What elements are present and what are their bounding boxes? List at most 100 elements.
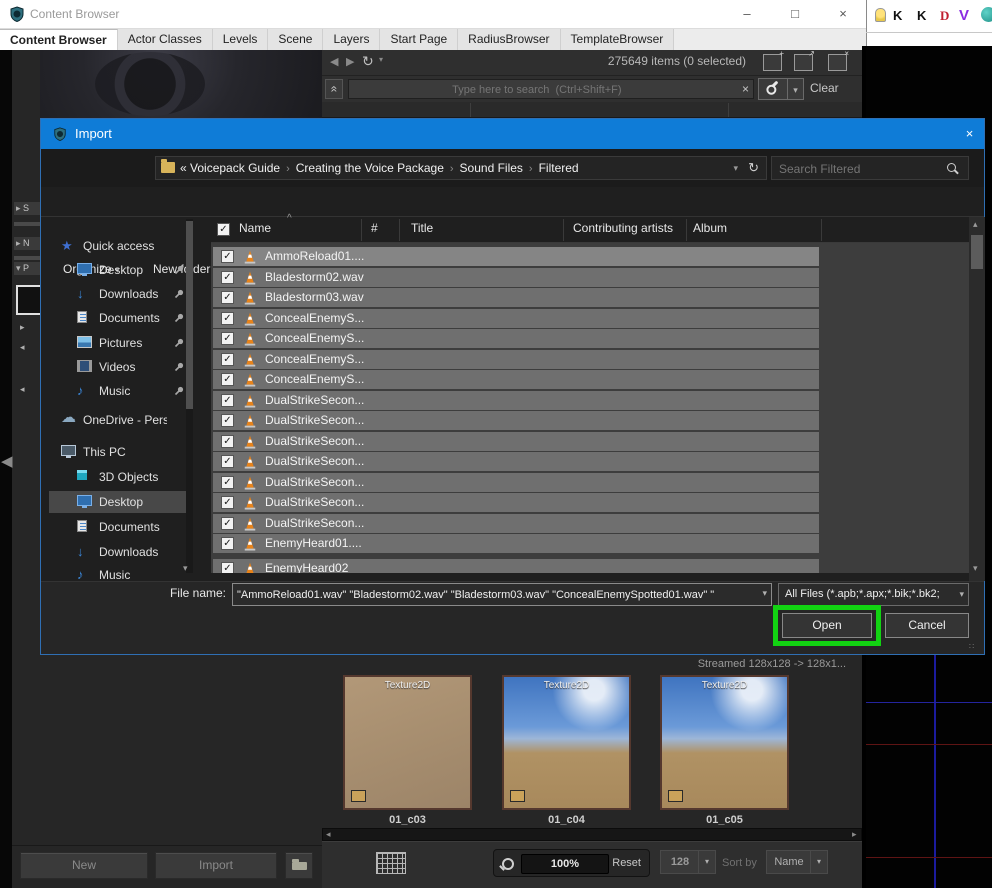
tab-layers[interactable]: Layers	[323, 29, 380, 50]
file-checkbox[interactable]: ✓	[221, 291, 234, 304]
filter-dropdown-button[interactable]: ▾	[788, 78, 804, 100]
dialog-close-button[interactable]: ×	[955, 119, 984, 149]
close-window-icon[interactable]: ×	[828, 54, 847, 71]
resize-grip[interactable]: ∷	[969, 642, 979, 652]
tab-content-browser[interactable]: Content Browser	[0, 29, 118, 51]
sidebar-item-desktop[interactable]: Desktop	[49, 259, 189, 281]
sort-dropdown-icon[interactable]: ▾	[810, 851, 827, 873]
file-row[interactable]: ✓Bladestorm02.wav	[213, 268, 819, 287]
scroll-left-icon[interactable]: ◂	[326, 829, 331, 840]
file-checkbox[interactable]: ✓	[221, 476, 234, 489]
refresh-icon[interactable]: ↻	[362, 53, 374, 70]
sidebar-item-music[interactable]: ♪Music	[49, 380, 189, 402]
clear-search-icon[interactable]: ×	[742, 80, 749, 98]
breadcrumb-bar[interactable]: « Voicepack Guide›Creating the Voice Pac…	[155, 156, 767, 180]
close-button[interactable]: ×	[826, 0, 860, 28]
cancel-button[interactable]: Cancel	[885, 613, 969, 638]
horizontal-scrollbar[interactable]	[322, 828, 862, 841]
thumbnail-size-dropdown[interactable]: 128 ▾	[660, 850, 716, 874]
tree-expand-icon[interactable]: ▸	[20, 322, 25, 333]
file-row[interactable]: ✓ConcealEnemyS...	[213, 350, 819, 369]
collapse-filters-button[interactable]: «	[325, 79, 343, 99]
file-checkbox[interactable]: ✓	[221, 496, 234, 509]
file-checkbox[interactable]: ✓	[221, 455, 234, 468]
sidebar-item-videos[interactable]: Videos	[49, 356, 189, 378]
tab-start-page[interactable]: Start Page	[380, 29, 458, 50]
file-row[interactable]: ✓EnemyHeard02	[213, 559, 819, 573]
column-header-artists[interactable]: Contributing artists	[573, 221, 673, 235]
header-divider[interactable]	[563, 219, 564, 241]
tree-collapse-icon[interactable]: ◂	[20, 384, 25, 395]
column-header-name[interactable]: Name	[239, 221, 271, 235]
file-row[interactable]: ✓DualStrikeSecon...	[213, 473, 819, 492]
sidebar-item-desktop-selected[interactable]: Desktop	[49, 491, 189, 513]
size-dropdown-icon[interactable]: ▾	[698, 851, 715, 873]
list-scroll-up-icon[interactable]: ▴	[973, 219, 978, 230]
zoom-slider[interactable]: 100%	[521, 854, 609, 874]
sidebar-scroll-down-icon[interactable]: ▾	[183, 563, 188, 574]
file-checkbox[interactable]: ✓	[221, 373, 234, 386]
new-button[interactable]: New	[20, 852, 148, 879]
sidebar-item-this-pc[interactable]: This PC	[49, 441, 189, 463]
lightbulb-icon[interactable]	[875, 8, 886, 22]
expand-icon[interactable]: ▸	[16, 203, 21, 213]
breadcrumb-item[interactable]: Filtered	[539, 161, 579, 175]
header-divider[interactable]	[821, 219, 822, 241]
globe-icon[interactable]	[981, 7, 992, 22]
clear-filters-button[interactable]: Clear	[810, 81, 839, 95]
minimize-button[interactable]: –	[730, 0, 764, 28]
file-checkbox[interactable]: ✓	[221, 312, 234, 325]
file-row[interactable]: ✓AmmoReload01....	[213, 247, 819, 266]
file-row[interactable]: ✓ConcealEnemyS...	[213, 329, 819, 348]
sidebar-item-downloads-pc[interactable]: ↓Downloads	[49, 541, 189, 563]
sidebar-item-quick-access[interactable]: ★Quick access	[49, 235, 189, 257]
tab-template-browser[interactable]: TemplateBrowser	[561, 29, 675, 50]
asset-search-input[interactable]	[349, 80, 725, 100]
sidebar-item-documents[interactable]: Documents	[49, 307, 189, 329]
file-row[interactable]: ✓DualStrikeSecon...	[213, 452, 819, 471]
letter-d-icon[interactable]: D	[940, 6, 949, 26]
file-checkbox[interactable]: ✓	[221, 353, 234, 366]
breadcrumb-item[interactable]: Sound Files	[460, 161, 523, 175]
sidebar-item-pictures[interactable]: Pictures	[49, 332, 189, 354]
expand-icon[interactable]: ▸	[16, 238, 21, 248]
select-all-checkbox[interactable]: ✓	[217, 223, 230, 236]
collapse-icon[interactable]: ▾	[16, 263, 21, 273]
file-row[interactable]: ✓EnemyHeard01....	[213, 534, 819, 553]
file-checkbox[interactable]: ✓	[221, 271, 234, 284]
breadcrumb-refresh-icon[interactable]: ↻	[748, 157, 759, 179]
open-folder-button[interactable]	[285, 852, 313, 879]
file-row[interactable]: ✓Bladestorm03.wav	[213, 288, 819, 307]
file-checkbox[interactable]: ✓	[221, 394, 234, 407]
dialog-search-input[interactable]	[772, 157, 938, 181]
column-header-number[interactable]: #	[371, 221, 378, 235]
panel-collapse-arrow[interactable]: ◀	[1, 452, 13, 470]
file-name-input[interactable]	[233, 584, 747, 605]
list-scroll-down-icon[interactable]: ▾	[973, 563, 978, 574]
file-name-dropdown-icon[interactable]: ▾	[762, 588, 767, 599]
tab-scene[interactable]: Scene	[268, 29, 323, 50]
scroll-right-icon[interactable]: ▸	[852, 829, 857, 840]
sidebar-item-documents-pc[interactable]: Documents	[49, 516, 189, 538]
file-checkbox[interactable]: ✓	[221, 435, 234, 448]
sort-dropdown[interactable]: Name ▾	[766, 850, 828, 874]
tab-radius-browser[interactable]: RadiusBrowser	[458, 29, 560, 50]
tool-k1-icon[interactable]: K	[893, 6, 902, 26]
tab-actor-classes[interactable]: Actor Classes	[118, 29, 213, 50]
tool-k2-icon[interactable]: K	[917, 6, 926, 26]
breadcrumb-dropdown-icon[interactable]: ▾	[733, 157, 738, 179]
file-checkbox[interactable]: ✓	[221, 537, 234, 550]
history-forward-icon[interactable]: ▶	[346, 55, 354, 68]
import-button[interactable]: Import	[155, 852, 277, 879]
file-row[interactable]: ✓DualStrikeSecon...	[213, 432, 819, 451]
column-header-album[interactable]: Album	[693, 221, 727, 235]
file-checkbox[interactable]: ✓	[221, 517, 234, 530]
header-divider[interactable]	[686, 219, 687, 241]
file-row[interactable]: ✓DualStrikeSecon...	[213, 514, 819, 533]
breadcrumb-item[interactable]: Creating the Voice Package	[296, 161, 444, 175]
thumbnail-grid-icon[interactable]	[376, 852, 406, 874]
texture-tile[interactable]: Texture2D	[343, 675, 472, 810]
list-scrollbar-thumb[interactable]	[971, 235, 983, 269]
header-divider[interactable]	[399, 219, 400, 241]
new-window-icon[interactable]: +	[763, 54, 782, 71]
